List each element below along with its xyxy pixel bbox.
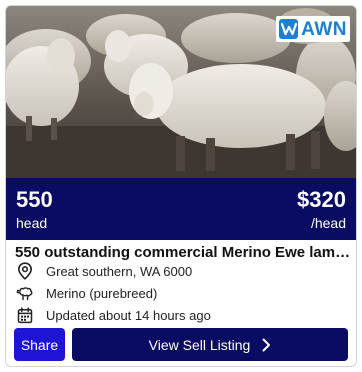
awn-logo: AWN	[276, 16, 350, 42]
price-per-head: $320	[297, 187, 346, 212]
head-count-unit: head	[16, 215, 48, 231]
listing-card[interactable]: AWN 550 head $320 /head 550 outstanding …	[5, 5, 357, 367]
map-pin-icon	[16, 262, 34, 280]
view-sell-listing-button[interactable]: View Sell Listing	[72, 328, 348, 361]
location-text: Great southern, WA 6000	[46, 263, 193, 279]
share-button[interactable]: Share	[14, 328, 65, 361]
updated-text: Updated about 14 hours ago	[46, 307, 211, 323]
price-unit: /head	[310, 215, 346, 231]
breed-text: Merino (purebreed)	[46, 285, 158, 301]
listing-photo[interactable]: AWN	[6, 6, 356, 178]
calendar-icon	[16, 306, 34, 324]
head-count: 550	[16, 187, 53, 212]
listing-title[interactable]: 550 outstanding commercial Merino Ewe la…	[15, 244, 351, 261]
view-sell-listing-label: View Sell Listing	[148, 336, 251, 353]
awn-logo-text: AWN	[301, 18, 347, 40]
chevron-right-icon	[262, 338, 271, 352]
price-band: 550 head $320 /head	[6, 178, 356, 240]
awn-logo-icon	[279, 19, 299, 39]
breed-row: Merino (purebreed)	[16, 283, 157, 303]
location-row: Great southern, WA 6000	[16, 261, 192, 281]
share-button-label: Share	[20, 336, 59, 353]
sheep-icon	[16, 284, 34, 302]
updated-row: Updated about 14 hours ago	[16, 305, 211, 325]
